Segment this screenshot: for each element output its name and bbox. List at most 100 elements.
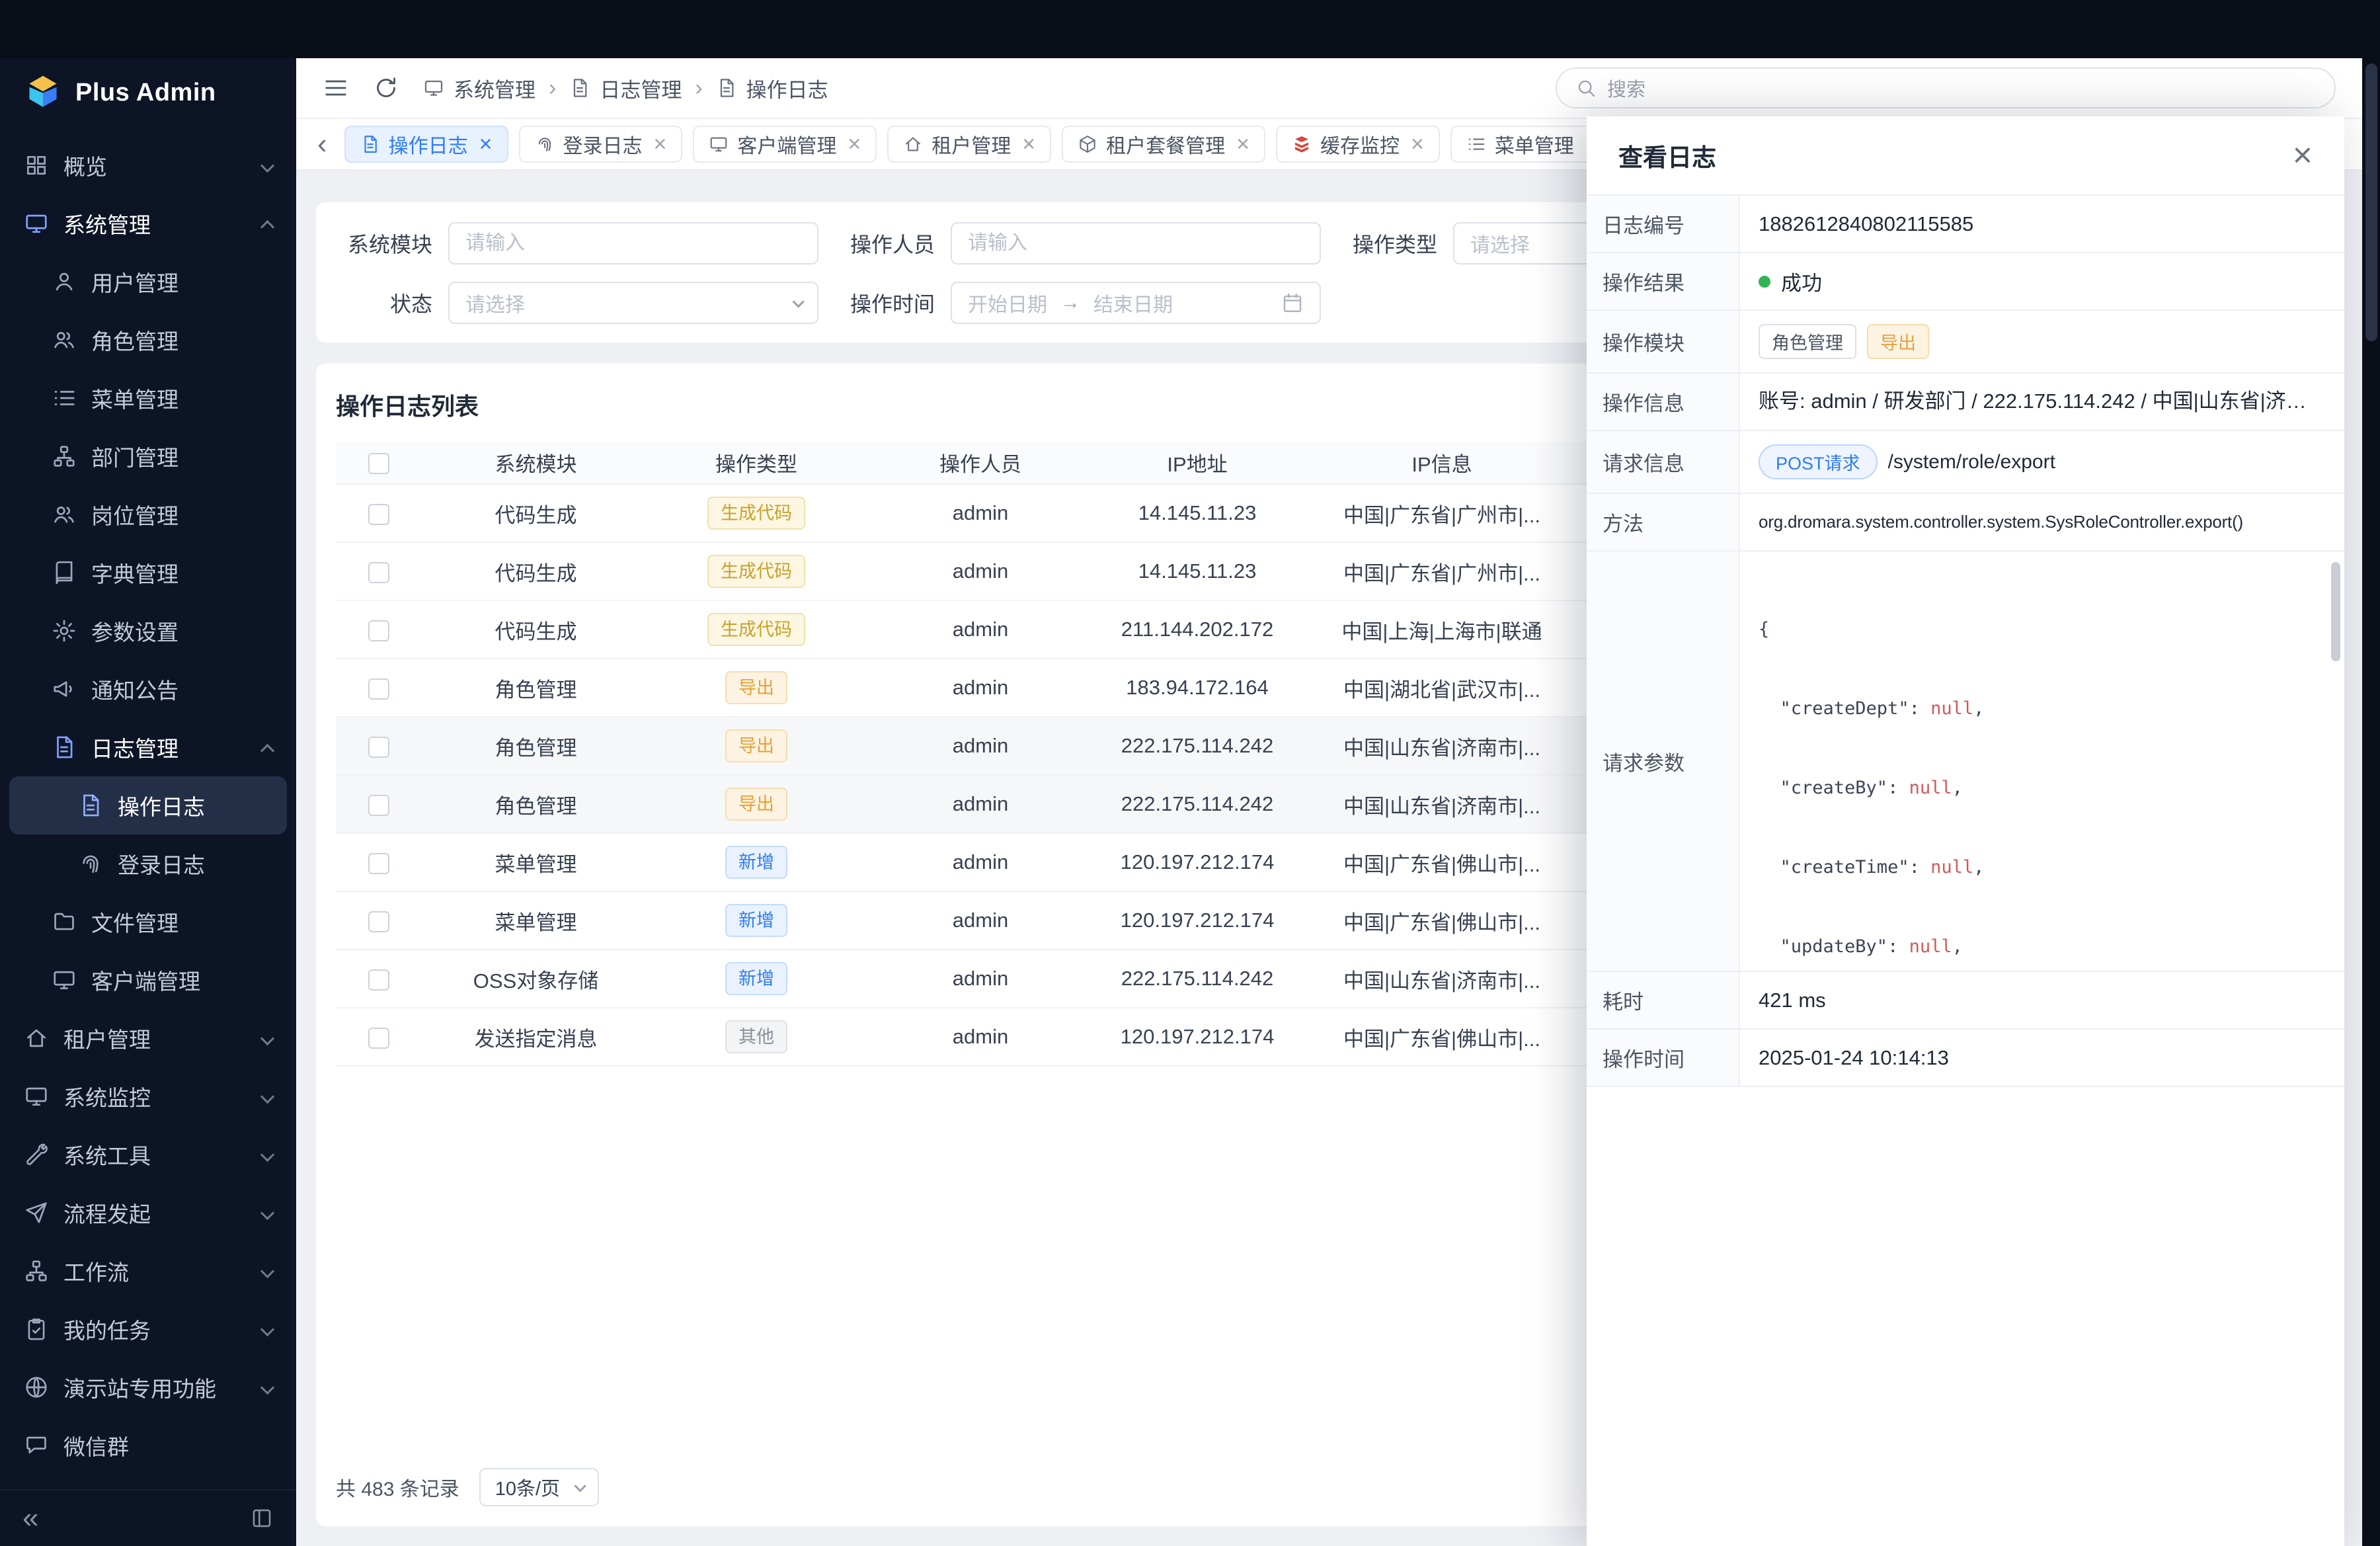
row-checkbox[interactable]	[368, 969, 389, 991]
folder-icon	[52, 909, 77, 934]
tab-client-management[interactable]: 客户端管理 ×	[693, 126, 877, 163]
row-checkbox[interactable]	[368, 562, 389, 583]
breadcrumb-operation-log[interactable]: 操作日志	[716, 73, 828, 103]
chevron-down-icon	[260, 1322, 274, 1336]
breadcrumb-system-management[interactable]: 系统管理	[423, 73, 536, 103]
close-icon[interactable]: ×	[1022, 133, 1035, 155]
row-checkbox[interactable]	[368, 678, 389, 700]
row-checkbox[interactable]	[368, 911, 389, 932]
sidebar-item-file-management[interactable]: 文件管理	[9, 893, 287, 951]
close-icon[interactable]: ×	[1411, 133, 1424, 155]
sidebar-item-system-monitor[interactable]: 系统监控	[9, 1067, 287, 1125]
chevron-down-icon	[260, 1264, 274, 1278]
fingerprint-icon	[78, 851, 103, 876]
tab-tenant-management[interactable]: 租户管理 ×	[887, 126, 1051, 163]
operator-input[interactable]	[951, 222, 1321, 264]
select-all-checkbox[interactable]	[368, 453, 389, 474]
tab-login-log[interactable]: 登录日志 ×	[519, 126, 683, 163]
tab-operation-log[interactable]: 操作日志 ×	[344, 126, 508, 163]
operation-type-tag: 导出	[725, 671, 787, 704]
log-id-value: 1882612840802115585	[1740, 196, 2344, 252]
operation-type-tag: 导出	[725, 788, 787, 821]
operation-type-tag: 其他	[725, 1020, 787, 1053]
tabs-scroll-left-icon[interactable]: ‹	[311, 130, 334, 159]
module-input[interactable]	[448, 222, 818, 264]
pin-sidebar-icon[interactable]	[250, 1506, 274, 1530]
close-icon[interactable]: ×	[848, 133, 861, 155]
type-label: 操作类型	[1341, 228, 1453, 259]
close-icon[interactable]: ×	[654, 133, 667, 155]
chevron-up-icon	[260, 743, 274, 757]
page-size-select[interactable]: 10条/页	[479, 1468, 599, 1506]
breadcrumb-log-management[interactable]: 日志管理	[569, 73, 682, 103]
operation-type-tag: 新增	[725, 904, 787, 937]
sidebar-footer: «	[0, 1489, 296, 1546]
operation-type-tag: 新增	[725, 846, 787, 879]
sidebar-item-role-management[interactable]: 角色管理	[9, 311, 287, 369]
tab-tenant-package-management[interactable]: 租户套餐管理 ×	[1062, 126, 1265, 163]
close-icon[interactable]: ×	[2293, 138, 2313, 173]
chevron-down-icon	[260, 1089, 274, 1103]
success-dot-icon	[1759, 276, 1770, 288]
sidebar-item-post-management[interactable]: 岗位管理	[9, 485, 287, 544]
operation-info-value: 账号: admin / 研发部门 / 222.175.114.242 / 中国|…	[1759, 388, 2326, 415]
page-scrollbar[interactable]	[2365, 63, 2377, 341]
sidebar-item-notice[interactable]: 通知公告	[9, 660, 287, 718]
row-checkbox[interactable]	[368, 853, 389, 874]
org-tree-icon	[24, 1258, 49, 1283]
org-tree-icon	[52, 444, 77, 469]
sidebar-item-user-management[interactable]: 用户管理	[9, 253, 287, 311]
tab-cache-monitor[interactable]: 缓存监控 ×	[1276, 126, 1440, 163]
row-checkbox[interactable]	[368, 504, 389, 525]
status-select[interactable]: 请选择	[448, 282, 818, 324]
request-params-json[interactable]: { "createDept": null, "createBy": null, …	[1740, 551, 2344, 971]
sidebar-item-workflow[interactable]: 工作流	[9, 1242, 287, 1300]
log-detail-drawer: 查看日志 × 日志编号 1882612840802115585 操作结果 成功 …	[1587, 116, 2344, 1546]
sidebar-item-wechat-group[interactable]: 微信群	[9, 1416, 287, 1475]
breadcrumb-separator: ›	[549, 75, 556, 101]
chevron-down-icon	[260, 1205, 274, 1219]
close-icon[interactable]: ×	[479, 133, 493, 155]
row-checkbox[interactable]	[368, 1028, 389, 1049]
global-search-input[interactable]: 搜索	[1556, 67, 2336, 108]
chevron-down-icon	[260, 1380, 274, 1394]
sidebar-item-my-tasks[interactable]: 我的任务	[9, 1300, 287, 1358]
sidebar-item-log-management[interactable]: 日志管理	[9, 718, 287, 776]
row-checkbox[interactable]	[368, 795, 389, 816]
sidebar-item-process-start[interactable]: 流程发起	[9, 1184, 287, 1242]
java-method-value: org.dromara.system.controller.system.Sys…	[1759, 512, 2243, 532]
sidebar-item-dept-management[interactable]: 部门管理	[9, 427, 287, 485]
row-checkbox[interactable]	[368, 737, 389, 758]
sidebar-item-demo-features[interactable]: 演示站专用功能	[9, 1358, 287, 1416]
package-box-icon	[1078, 134, 1097, 154]
sidebar-item-system-management[interactable]: 系统管理	[9, 194, 287, 253]
refresh-icon[interactable]	[373, 75, 399, 101]
sidebar-item-menu-management[interactable]: 菜单管理	[9, 369, 287, 427]
close-icon[interactable]: ×	[1236, 133, 1250, 155]
globe-icon	[24, 1375, 49, 1400]
sidebar-item-dict-management[interactable]: 字典管理	[9, 544, 287, 602]
collapse-sidebar-icon[interactable]: «	[22, 1504, 38, 1533]
sidebar-item-login-log[interactable]: 登录日志	[9, 834, 287, 893]
home-icon	[24, 1026, 49, 1051]
row-checkbox[interactable]	[368, 620, 389, 641]
time-range-input[interactable]: 开始日期 → 结束日期	[951, 282, 1321, 324]
sidebar-item-param-settings[interactable]: 参数设置	[9, 602, 287, 660]
hamburger-icon[interactable]	[323, 75, 349, 101]
chevron-down-icon	[260, 158, 274, 172]
detail-row-params: 请求参数 { "createDept": null, "createBy": n…	[1587, 551, 2344, 972]
col-ip-info: IP信息	[1296, 442, 1587, 484]
operation-type-tag: 导出	[725, 729, 787, 762]
range-arrow-icon: →	[1060, 292, 1080, 314]
breadcrumb-separator: ›	[695, 75, 702, 101]
result-value: 成功	[1781, 266, 1822, 296]
operation-type-tag: 新增	[725, 962, 787, 995]
sidebar-item-client-management[interactable]: 客户端管理	[9, 951, 287, 1009]
megaphone-icon	[52, 676, 77, 702]
sidebar-item-overview[interactable]: 概览	[9, 136, 287, 194]
sidebar-item-operation-log[interactable]: 操作日志	[9, 776, 287, 834]
json-scrollbar[interactable]	[2331, 562, 2340, 661]
brand-header[interactable]: Plus Admin	[0, 58, 296, 127]
sidebar-item-system-tools[interactable]: 系统工具	[9, 1125, 287, 1184]
sidebar-item-tenant-management[interactable]: 租户管理	[9, 1009, 287, 1067]
